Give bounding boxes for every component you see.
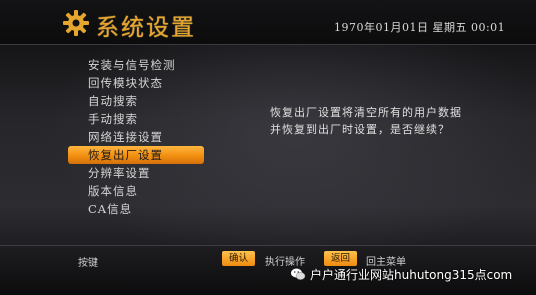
menu-item-return-module-status[interactable]: 回传模块状态 (68, 74, 208, 92)
menu-item-version-info[interactable]: 版本信息 (68, 182, 208, 200)
confirm-key-button[interactable]: 确认 (222, 251, 256, 266)
menu-item-manual-search[interactable]: 手动搜索 (68, 110, 208, 128)
menu-item-factory-reset[interactable]: 恢复出厂设置 (68, 146, 204, 164)
watermark: 户户通行业网站huhutong315点com (290, 264, 512, 284)
message-line-1: 恢复出厂设置将清空所有的用户数据 (270, 106, 462, 119)
watermark-text: 户户通行业网站huhutong315点com (310, 267, 513, 282)
page-title: 系统设置 (96, 15, 196, 41)
menu-item-auto-search[interactable]: 自动搜索 (68, 92, 208, 110)
wechat-logo-icon (291, 268, 306, 280)
keys-hint-label: 按键 (78, 258, 98, 269)
tv-settings-screen: 系统设置 1970年01月01日 星期五 00:01 安装与信号检测 回传模块状… (0, 0, 536, 295)
menu-item-resolution[interactable]: 分辨率设置 (68, 164, 208, 182)
header-bar: 系统设置 1970年01月01日 星期五 00:01 (0, 0, 536, 45)
datetime-display: 1970年01月01日 星期五 00:01 (334, 21, 506, 34)
message-line-2: 并恢复到出厂时设置，是否继续？ (270, 123, 450, 136)
menu-item-signal-detection[interactable]: 安装与信号检测 (68, 56, 208, 74)
menu-item-ca-info[interactable]: CA信息 (68, 200, 208, 218)
reset-confirm-message: 恢复出厂设置将清空所有的用户数据 并恢复到出厂时设置，是否继续？ (270, 104, 500, 138)
gear-icon (63, 10, 89, 36)
settings-menu: 安装与信号检测 回传模块状态 自动搜索 手动搜索 网络连接设置 恢复出厂设置 分… (68, 56, 208, 218)
menu-item-network-settings[interactable]: 网络连接设置 (68, 128, 208, 146)
